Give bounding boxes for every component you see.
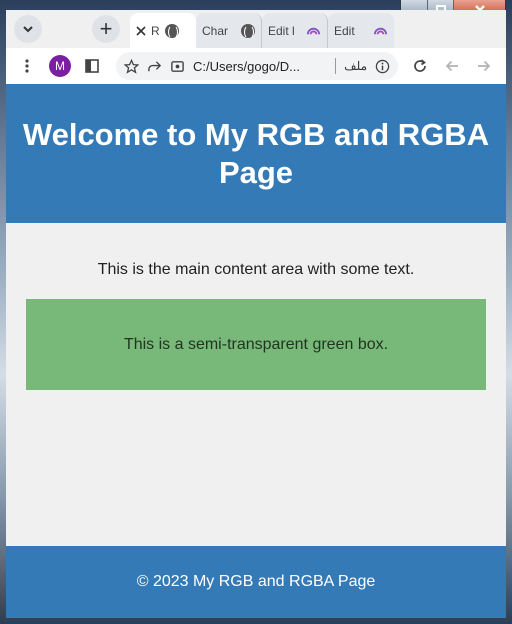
- page-title: Welcome to My RGB and RGBA Page: [22, 116, 490, 190]
- forward-arrow-icon[interactable]: [473, 55, 495, 77]
- tab-search-button[interactable]: [14, 15, 42, 43]
- podcast-icon: [373, 27, 388, 35]
- browser-toolbar: M C:/Users/gogo/D... ملف: [6, 48, 506, 84]
- plus-icon: +: [99, 16, 113, 41]
- tab-label: Edit l: [268, 23, 295, 38]
- close-icon[interactable]: [136, 25, 146, 36]
- page-header: Welcome to My RGB and RGBA Page: [6, 84, 506, 223]
- new-tab-button[interactable]: +: [92, 15, 120, 43]
- side-panel-icon[interactable]: [81, 55, 103, 77]
- tab-active[interactable]: R: [130, 13, 196, 48]
- globe-icon: [164, 23, 179, 39]
- file-chip[interactable]: ملف: [344, 59, 367, 73]
- footer-text: © 2023 My RGB and RGBA Page: [136, 573, 376, 590]
- chevron-down-icon: [23, 26, 33, 33]
- kebab-menu-icon[interactable]: [16, 55, 38, 77]
- tab-label: R: [151, 23, 160, 38]
- tab-label: Char: [202, 23, 229, 38]
- browser-window: + R Char Edit l Edit M C:/Users/gogo/D..…: [6, 10, 506, 618]
- tab-strip: + R Char Edit l Edit: [6, 10, 506, 48]
- address-bar[interactable]: C:/Users/gogo/D... ملف: [116, 52, 398, 80]
- page-viewport: Welcome to My RGB and RGBA Page This is …: [6, 84, 506, 618]
- reload-icon[interactable]: [409, 55, 431, 77]
- main-content: This is the main content area with some …: [6, 223, 506, 545]
- file-icon[interactable]: [170, 59, 185, 74]
- globe-icon: [241, 23, 255, 39]
- profile-avatar[interactable]: M: [49, 55, 71, 77]
- main-text: This is the main content area with some …: [97, 261, 415, 278]
- tab-edit-2[interactable]: Edit: [328, 13, 394, 48]
- green-box-text: This is a semi-transparent green box.: [123, 335, 389, 353]
- back-arrow-icon[interactable]: [441, 55, 463, 77]
- star-icon[interactable]: [124, 58, 139, 74]
- omnibox-divider: [335, 58, 337, 74]
- info-icon[interactable]: [375, 59, 390, 74]
- tab-edit-1[interactable]: Edit l: [262, 13, 328, 48]
- url-text: C:/Users/gogo/D...: [193, 58, 300, 74]
- semi-transparent-green-box: This is a semi-transparent green box.: [26, 299, 486, 390]
- podcast-icon: [306, 27, 321, 35]
- tab-char[interactable]: Char: [196, 13, 262, 48]
- page-footer: © 2023 My RGB and RGBA Page: [6, 546, 506, 618]
- tab-label: Edit: [334, 23, 355, 38]
- share-icon[interactable]: [147, 59, 162, 74]
